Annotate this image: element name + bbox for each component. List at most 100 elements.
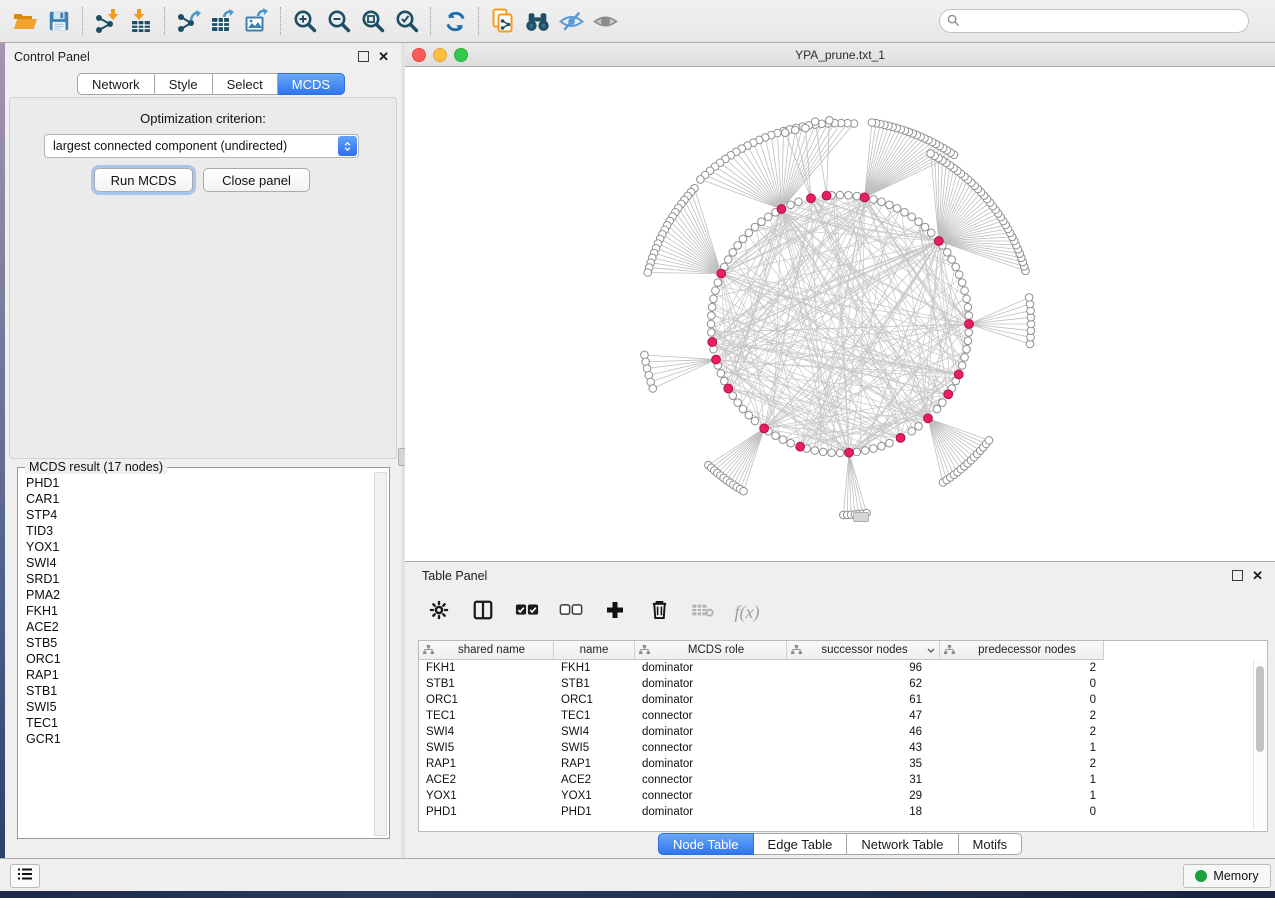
- graph-node[interactable]: [791, 126, 799, 134]
- graph-node[interactable]: [828, 449, 836, 457]
- graph-hub-node[interactable]: [822, 191, 831, 200]
- graph-hub-node[interactable]: [777, 205, 786, 214]
- graph-node[interactable]: [779, 436, 787, 444]
- tab-node-table[interactable]: Node Table: [658, 833, 754, 855]
- close-panel-icon[interactable]: ✕: [1252, 571, 1263, 580]
- graph-node[interactable]: [939, 399, 947, 407]
- graph-node[interactable]: [697, 176, 705, 184]
- graph-node[interactable]: [961, 354, 969, 362]
- graph-node[interactable]: [714, 279, 722, 287]
- graph-node[interactable]: [958, 279, 966, 287]
- mcds-result-item[interactable]: SWI4: [19, 555, 371, 571]
- scrollbar-thumb[interactable]: [1256, 666, 1264, 752]
- table-row[interactable]: FKH1FKH1dominator962: [419, 660, 1265, 676]
- graph-hub-node[interactable]: [717, 269, 726, 278]
- graph-node[interactable]: [963, 345, 971, 353]
- mcds-result-item[interactable]: YOX1: [19, 539, 371, 555]
- table-row[interactable]: ACE2ACE2connector311: [419, 772, 1265, 788]
- graph-node[interactable]: [707, 329, 715, 337]
- table-row[interactable]: ORC1ORC1dominator610: [419, 692, 1265, 708]
- graph-node[interactable]: [927, 229, 935, 237]
- graph-hub-node[interactable]: [796, 442, 805, 451]
- graph-hub-node[interactable]: [934, 237, 943, 246]
- result-scrollbar[interactable]: [374, 472, 387, 836]
- graph-node[interactable]: [961, 287, 969, 295]
- tab-network-table[interactable]: Network Table: [847, 833, 958, 855]
- tab-mcds[interactable]: MCDS: [278, 73, 345, 95]
- mcds-result-item[interactable]: RAP1: [19, 667, 371, 683]
- mcds-result-item[interactable]: SRD1: [19, 571, 371, 587]
- graph-node[interactable]: [963, 295, 971, 303]
- horizontal-splitter-handle[interactable]: [853, 512, 869, 522]
- graph-node[interactable]: [965, 329, 973, 337]
- import-network-button[interactable]: [90, 5, 124, 37]
- graph-node[interactable]: [795, 198, 803, 206]
- graph-node[interactable]: [915, 423, 923, 431]
- graph-node[interactable]: [861, 447, 869, 455]
- table-row[interactable]: TEC1TEC1connector472: [419, 708, 1265, 724]
- criterion-dropdown[interactable]: largest connected component (undirected): [44, 134, 359, 158]
- graph-node[interactable]: [729, 249, 737, 257]
- graph-node[interactable]: [811, 447, 819, 455]
- deselect-all-button[interactable]: [556, 597, 586, 627]
- graph-node[interactable]: [772, 432, 780, 440]
- table-scrollbar[interactable]: [1253, 660, 1267, 829]
- graph-node[interactable]: [836, 449, 844, 457]
- delete-column-button[interactable]: [644, 597, 674, 627]
- graph-hub-node[interactable]: [845, 448, 854, 457]
- column-header-shared-name[interactable]: shared name: [419, 641, 554, 660]
- search-input[interactable]: [939, 9, 1249, 33]
- export-table-button[interactable]: [206, 5, 240, 37]
- graph-node[interactable]: [826, 116, 834, 124]
- graph-node[interactable]: [965, 312, 973, 320]
- open-network-file-button[interactable]: [486, 5, 520, 37]
- column-header-MCDS-role[interactable]: MCDS role: [635, 641, 787, 660]
- mcds-result-item[interactable]: FKH1: [19, 603, 371, 619]
- float-panel-icon[interactable]: [1232, 570, 1243, 581]
- memory-button[interactable]: Memory: [1183, 864, 1271, 888]
- graph-node[interactable]: [901, 208, 909, 216]
- tab-edge-table[interactable]: Edge Table: [754, 833, 848, 855]
- graph-node[interactable]: [787, 201, 795, 209]
- graph-node[interactable]: [712, 287, 720, 295]
- graph-node[interactable]: [908, 427, 916, 435]
- column-header-predecessor-nodes[interactable]: predecessor nodes: [940, 641, 1104, 660]
- graph-node[interactable]: [707, 320, 715, 328]
- close-panel-icon[interactable]: ✕: [378, 52, 389, 61]
- graph-node[interactable]: [787, 439, 795, 447]
- graph-node[interactable]: [740, 487, 748, 495]
- graph-node[interactable]: [927, 150, 935, 158]
- tab-network[interactable]: Network: [77, 73, 155, 95]
- graph-node[interactable]: [724, 256, 732, 264]
- graph-node[interactable]: [870, 445, 878, 453]
- tab-select[interactable]: Select: [213, 73, 278, 95]
- mcds-result-item[interactable]: PMA2: [19, 587, 371, 603]
- export-network-button[interactable]: [172, 5, 206, 37]
- graph-node[interactable]: [641, 351, 649, 359]
- graph-node[interactable]: [819, 448, 827, 456]
- graph-node[interactable]: [845, 191, 853, 199]
- graph-node[interactable]: [948, 256, 956, 264]
- graph-node[interactable]: [952, 263, 960, 271]
- graph-node[interactable]: [886, 201, 894, 209]
- save-session-button[interactable]: [42, 5, 76, 37]
- close-panel-button[interactable]: Close panel: [203, 168, 310, 192]
- graph-node[interactable]: [964, 337, 972, 345]
- graph-node[interactable]: [734, 399, 742, 407]
- search-all-button[interactable]: [520, 5, 554, 37]
- mcds-result-item[interactable]: ACE2: [19, 619, 371, 635]
- clear-table-button[interactable]: [688, 597, 718, 627]
- graph-hub-node[interactable]: [944, 390, 953, 399]
- graph-hub-node[interactable]: [760, 424, 769, 433]
- graph-node[interactable]: [836, 191, 844, 199]
- graph-node[interactable]: [943, 249, 951, 257]
- graph-hub-node[interactable]: [965, 320, 974, 329]
- graph-node[interactable]: [921, 223, 929, 231]
- mcds-result-list[interactable]: PHD1CAR1STP4TID3YOX1SWI4SRD1PMA2FKH1ACE2…: [19, 473, 371, 835]
- graph-node[interactable]: [868, 119, 876, 127]
- function-builder-button[interactable]: f(x): [732, 597, 762, 627]
- graph-node[interactable]: [964, 303, 972, 311]
- graph-node[interactable]: [915, 218, 923, 226]
- table-row[interactable]: SWI4SWI4dominator462: [419, 724, 1265, 740]
- graph-node[interactable]: [878, 198, 886, 206]
